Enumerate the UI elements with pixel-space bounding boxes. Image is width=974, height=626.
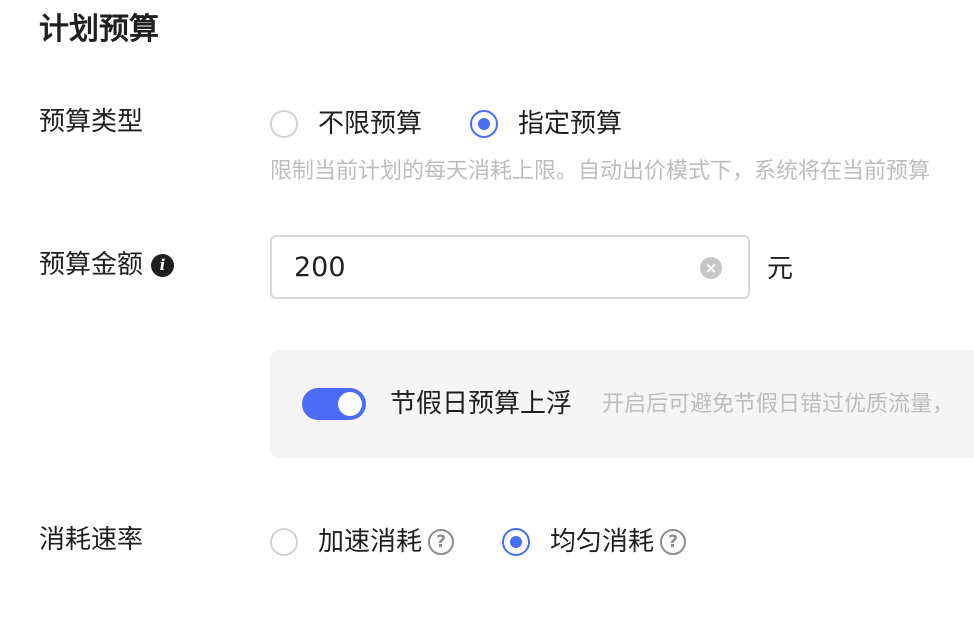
- clear-icon[interactable]: ×: [700, 257, 722, 279]
- holiday-float-toggle[interactable]: [302, 388, 366, 420]
- radio-circle[interactable]: [270, 110, 298, 138]
- holiday-float-hint: 开启后可避免节假日错过优质流量，: [602, 392, 955, 417]
- radio-label: 指定预算: [518, 109, 623, 139]
- section-title: 计划预算: [39, 12, 159, 47]
- budget-amount-label-row: 预算金额 i: [39, 247, 175, 283]
- holiday-float-label: 节假日预算上浮: [390, 389, 573, 419]
- info-icon[interactable]: i: [151, 254, 175, 277]
- holiday-float-panel: 节假日预算上浮 开启后可避免节假日错过优质流量，: [270, 350, 974, 458]
- radio-label: 不限预算: [318, 109, 423, 139]
- budget-amount-label: 预算金额: [39, 250, 144, 280]
- budget-type-hint: 限制当前计划的每天消耗上限。自动出价模式下，系统将在当前预算: [270, 159, 931, 184]
- radio-accelerated-spend[interactable]: 加速消耗 ?: [270, 524, 455, 560]
- budget-type-label: 预算类型: [39, 107, 144, 137]
- help-icon[interactable]: ?: [660, 529, 687, 555]
- radio-label: 均匀消耗: [550, 527, 655, 557]
- radio-circle-checked[interactable]: [502, 528, 531, 556]
- radio-unlimited-budget[interactable]: 不限预算: [270, 106, 422, 142]
- budget-amount-input[interactable]: [294, 251, 674, 285]
- spend-rate-label: 消耗速率: [39, 525, 144, 555]
- spend-rate-radio-group: 加速消耗 ? 均匀消耗 ?: [270, 524, 687, 560]
- radio-circle-checked[interactable]: [470, 110, 499, 138]
- currency-unit: 元: [767, 254, 794, 284]
- budget-amount-input-box[interactable]: ×: [270, 235, 750, 299]
- radio-even-spend[interactable]: 均匀消耗 ?: [502, 524, 687, 560]
- radio-specified-budget[interactable]: 指定预算: [470, 106, 622, 142]
- help-icon[interactable]: ?: [428, 529, 455, 555]
- radio-circle[interactable]: [270, 528, 298, 556]
- radio-label: 加速消耗: [318, 527, 423, 557]
- budget-type-radio-group: 不限预算 指定预算: [270, 106, 622, 142]
- toggle-knob: [338, 392, 362, 416]
